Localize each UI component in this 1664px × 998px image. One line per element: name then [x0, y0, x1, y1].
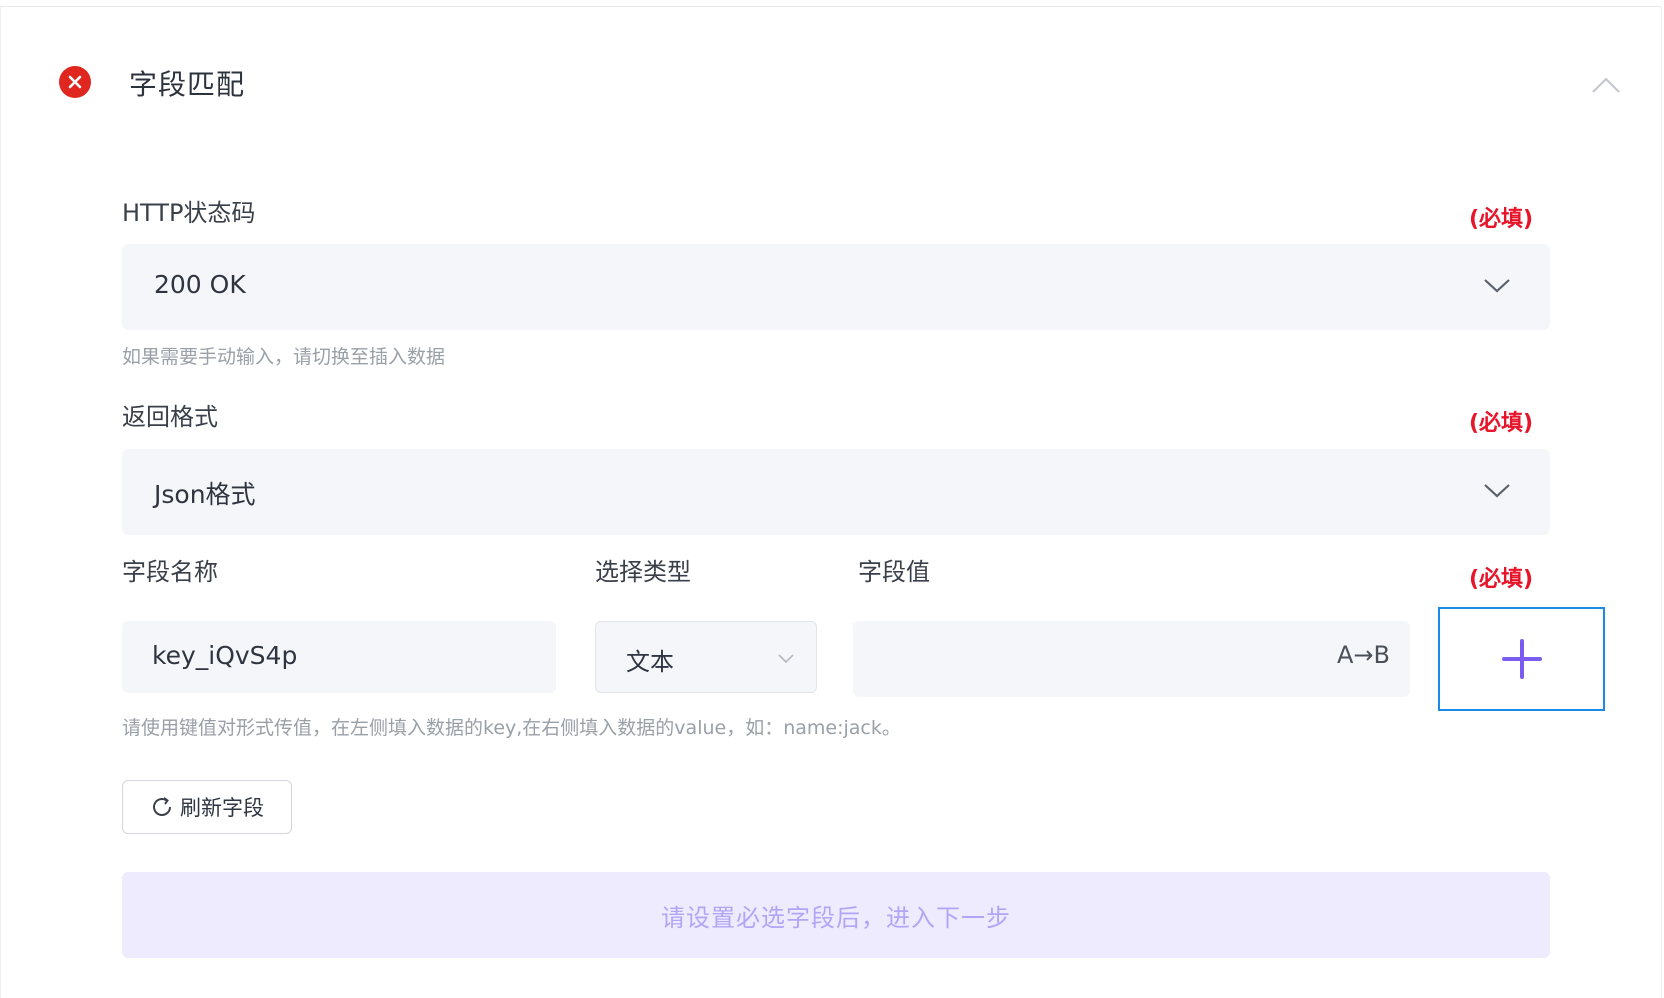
chevron-down-icon	[778, 654, 794, 664]
chevron-down-icon	[1484, 484, 1510, 498]
add-field-button[interactable]	[1438, 607, 1605, 711]
refresh-fields-label: 刷新字段	[180, 796, 264, 820]
return-format-label: 返回格式	[122, 403, 218, 431]
return-format-select[interactable]: Json格式	[122, 449, 1550, 535]
field-type-select[interactable]: 文本	[595, 621, 817, 693]
required-marker: (必填)	[1469, 207, 1534, 232]
field-type-label: 选择类型	[595, 558, 691, 586]
panel-title: 字段匹配	[129, 68, 246, 101]
field-matching-panel: 字段匹配 HTTP状态码 (必填) 200 OK 如果需要手动输入，请切换至插入…	[0, 6, 1662, 998]
field-mapping-hint: 请使用键值对形式传值，在左侧填入数据的key,在右侧填入数据的value，如：n…	[122, 717, 901, 739]
chevron-down-icon	[1484, 279, 1510, 293]
refresh-icon	[153, 797, 171, 816]
field-type-value: 文本	[626, 648, 674, 676]
next-step-button[interactable]: 请设置必选字段后，进入下一步	[122, 872, 1550, 958]
field-name-label: 字段名称	[122, 558, 218, 586]
field-name-input[interactable]: key_iQvS4p	[122, 621, 556, 693]
plus-icon	[1501, 639, 1542, 679]
data-insert-toggle-icon[interactable]: A→B	[1337, 641, 1390, 669]
required-marker: (必填)	[1469, 567, 1534, 592]
http-status-hint: 如果需要手动输入，请切换至插入数据	[122, 346, 446, 368]
http-status-label: HTTP状态码	[122, 199, 256, 227]
chevron-up-icon[interactable]	[1591, 75, 1621, 95]
http-status-value: 200 OK	[154, 270, 246, 299]
next-step-label: 请设置必选字段后，进入下一步	[661, 903, 1011, 932]
error-circle-icon	[59, 66, 91, 98]
field-name-value: key_iQvS4p	[152, 641, 298, 670]
return-format-value: Json格式	[154, 480, 256, 509]
field-value-label: 字段值	[858, 558, 930, 586]
http-status-select[interactable]: 200 OK	[122, 244, 1550, 330]
refresh-fields-button[interactable]: 刷新字段	[122, 780, 292, 834]
field-value-input[interactable]: A→B	[853, 621, 1410, 697]
required-marker: (必填)	[1469, 411, 1534, 436]
